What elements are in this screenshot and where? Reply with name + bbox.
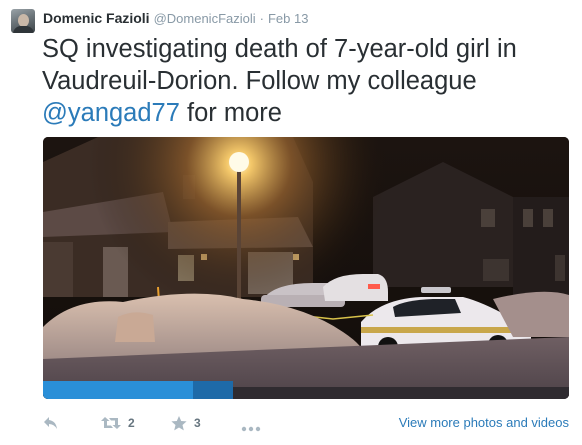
reply-icon [44,417,57,429]
star-icon [171,415,187,430]
retweet-count: 2 [128,416,135,430]
retweet-icon [101,417,121,429]
author-handle[interactable]: @DomenicFazioli [154,11,256,26]
mention-link[interactable]: @yangad77 [42,99,180,127]
night-scene-photo [43,137,569,399]
author-name[interactable]: Domenic Fazioli [43,10,150,26]
tweet-header: Domenic Fazioli @DomenicFazioli · Feb 13 [43,10,308,28]
tweet-text-main: SQ investigating death of 7-year-old gir… [42,35,517,95]
tweet-actions: 2 3 View more photos and videos [43,408,569,438]
more-options-button[interactable] [241,420,261,438]
tweet-text-tail: for more [179,99,282,127]
header-separator: · [259,11,264,26]
reply-button[interactable] [43,414,59,432]
tweet-text: SQ investigating death of 7-year-old gir… [42,33,572,129]
view-more-photos-link[interactable]: View more photos and videos [399,415,569,430]
ellipsis-icon [241,426,261,432]
tweet-timestamp[interactable]: Feb 13 [268,11,308,26]
retweet-button[interactable]: 2 [101,414,135,432]
avatar[interactable] [11,9,35,33]
favorite-button[interactable]: 3 [171,414,201,432]
tweet-photo[interactable] [43,137,569,399]
favorite-count: 3 [194,416,201,430]
avatar-shoulders [13,26,34,33]
